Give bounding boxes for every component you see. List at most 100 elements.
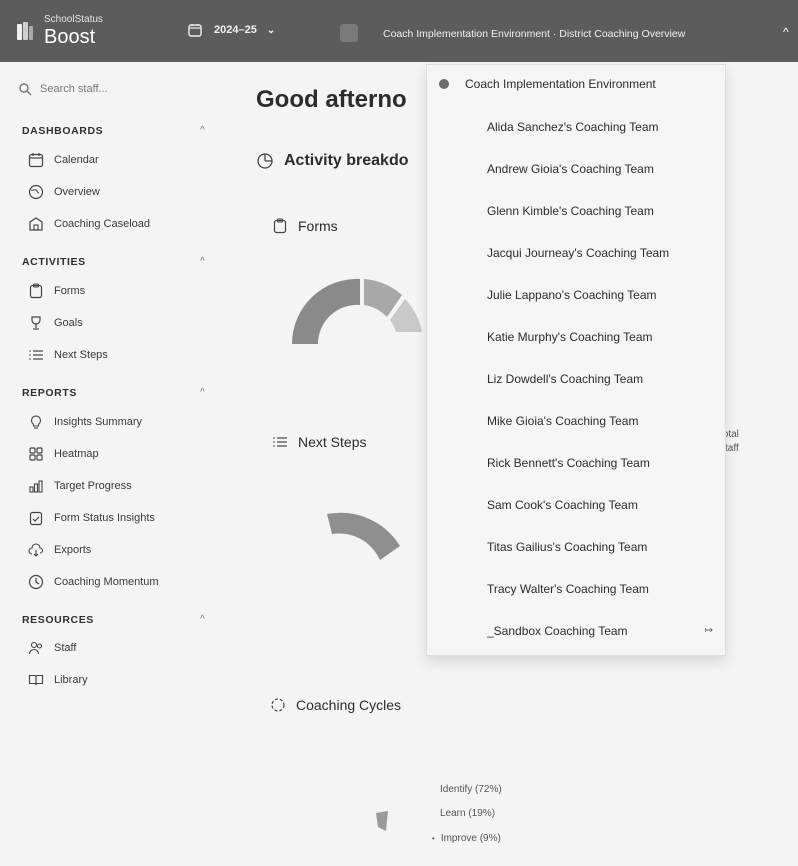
calendar-icon [188, 24, 202, 37]
brand-big: Boost [44, 26, 96, 48]
lightbulb-icon [31, 415, 41, 429]
dropdown-item[interactable]: Liz Dowdell's Coaching Team [487, 372, 643, 386]
sidebar: Search staff... DASHBOARDS ^ Calendar Ov… [0, 62, 232, 866]
top-bar: SchoolStatus Boost 2024–25 ⌄ Coach Imple… [0, 0, 798, 62]
nav-forms[interactable]: Forms [28, 283, 85, 299]
chevron-up-icon[interactable]: ^ [200, 387, 205, 398]
environment-selector[interactable]: Coach Implementation Environment · Distr… [383, 28, 685, 40]
grid-icon [29, 447, 43, 461]
nav-exports[interactable]: Exports [28, 542, 91, 558]
enter-icon[interactable]: ↦ [705, 625, 713, 636]
list-icon [273, 437, 287, 447]
nav-library[interactable]: Library [28, 672, 88, 688]
section-reports: REPORTS [22, 387, 77, 399]
nav-staff[interactable]: Staff [28, 640, 76, 656]
dropdown-item[interactable]: Titas Gailius's Coaching Team [487, 540, 647, 554]
dropdown-item[interactable]: Rick Bennett's Coaching Team [487, 456, 650, 470]
next-steps-card-label: Next Steps [298, 434, 367, 450]
coaching-cycles-segment [376, 811, 388, 831]
coaching-cycles-card-label: Coaching Cycles [296, 697, 402, 713]
book-icon [28, 674, 44, 686]
nav-next-steps[interactable]: Next Steps [28, 347, 108, 363]
chevron-down-icon: ⌄ [266, 24, 276, 36]
clipboard-check-icon [29, 511, 43, 526]
legend-dot-icon: • [432, 834, 435, 843]
activity-breakdown-label: Activity breakdo [284, 152, 409, 169]
cloud-download-icon [28, 543, 44, 557]
chevron-up-icon[interactable]: ^ [200, 125, 205, 136]
dropdown-item[interactable]: Jacqui Journeay's Coaching Team [487, 246, 669, 260]
nav-goals-label: Goals [54, 317, 83, 329]
nav-calendar[interactable]: Calendar [28, 152, 99, 168]
nav-heatmap[interactable]: Heatmap [28, 446, 99, 462]
chevron-up-icon[interactable]: ^ [200, 256, 205, 267]
search-icon [19, 83, 32, 96]
coaching-cycles-card-title: Coaching Cycles [270, 697, 401, 713]
dropdown-header[interactable]: Coach Implementation Environment [439, 77, 656, 91]
forms-donut-segment-1 [291, 278, 360, 344]
section-dashboards: DASHBOARDS [22, 125, 104, 137]
brand[interactable]: SchoolStatus Boost [16, 14, 103, 48]
nav-overview[interactable]: Overview [28, 184, 100, 200]
nav-coaching-momentum-label: Coaching Momentum [54, 576, 159, 588]
legend-improve-label: Improve (9%) [440, 833, 501, 844]
dropdown-item[interactable]: Julie Lappano's Coaching Team [487, 288, 657, 302]
calendar-icon [28, 153, 44, 168]
cycle-icon [271, 698, 285, 712]
nav-target-progress[interactable]: Target Progress [28, 478, 132, 494]
nav-coaching-momentum[interactable]: Coaching Momentum [28, 574, 159, 590]
dropdown-item[interactable]: _Sandbox Coaching Team [487, 624, 628, 638]
dropdown-header-label: Coach Implementation Environment [465, 77, 656, 91]
greeting-heading: Good afterno [256, 86, 407, 113]
brand-small: SchoolStatus [44, 14, 103, 25]
dropdown-item[interactable]: Glenn Kimble's Coaching Team [487, 204, 654, 218]
list-icon [29, 350, 43, 360]
nav-heatmap-label: Heatmap [54, 448, 99, 460]
nav-staff-label: Staff [54, 642, 77, 654]
search-staff[interactable]: Search staff... [18, 82, 108, 96]
section-resources: RESOURCES [22, 614, 94, 626]
legend-identify: Identify (72%) [440, 784, 502, 795]
nav-insights-summary[interactable]: Insights Summary [28, 414, 142, 430]
nav-insights-summary-label: Insights Summary [54, 416, 143, 428]
search-placeholder: Search staff... [40, 83, 108, 95]
pie-icon [257, 153, 273, 169]
users-icon [28, 641, 43, 655]
nav-overview-label: Overview [54, 186, 100, 198]
dropdown-item[interactable]: Katie Murphy's Coaching Team [487, 330, 653, 344]
environment-icon [340, 24, 358, 42]
nav-next-steps-label: Next Steps [54, 349, 108, 361]
legend-learn: Learn (19%) [440, 808, 496, 819]
dropdown-item[interactable]: Sam Cook's Coaching Team [487, 498, 638, 512]
chevron-up-icon[interactable]: ^ [783, 25, 789, 39]
next-steps-card-title: Next Steps [272, 434, 366, 450]
trophy-icon [31, 316, 41, 330]
forms-donut-chart [291, 278, 422, 344]
nav-library-label: Library [54, 674, 88, 686]
dropdown-item[interactable]: Tracy Walter's Coaching Team [487, 582, 649, 596]
nav-form-status-insights[interactable]: Form Status Insights [28, 510, 155, 526]
nav-forms-label: Forms [54, 285, 86, 297]
bar-chart-icon [29, 480, 43, 493]
forms-card-label: Forms [298, 218, 338, 234]
chevron-up-icon[interactable]: ^ [200, 614, 205, 625]
nav-target-progress-label: Target Progress [54, 480, 132, 492]
dropdown-item[interactable]: Andrew Gioia's Coaching Team [487, 162, 654, 176]
nav-coaching-caseload[interactable]: Coaching Caseload [28, 216, 150, 232]
year-selector[interactable]: 2024–25 ⌄ [188, 23, 275, 37]
next-steps-donut-chart [327, 512, 400, 560]
legend-improve: • Improve (9%) [432, 833, 501, 844]
nav-goals[interactable]: Goals [28, 315, 83, 331]
clipboard-icon [29, 283, 43, 299]
environment-dropdown: Coach Implementation Environment Alida S… [426, 64, 726, 656]
forms-card-title: Forms [272, 218, 338, 234]
nav-coaching-caseload-label: Coaching Caseload [54, 218, 151, 230]
nav-exports-label: Exports [54, 544, 92, 556]
nav-calendar-label: Calendar [54, 154, 99, 166]
dropdown-item[interactable]: Alida Sanchez's Coaching Team [487, 120, 659, 134]
activity-breakdown-title: Activity breakdo [256, 152, 408, 170]
dropdown-item[interactable]: Mike Gioia's Coaching Team [487, 414, 638, 428]
building-icon [29, 217, 43, 231]
clock-icon [28, 574, 44, 590]
year-label: 2024–25 [214, 24, 257, 36]
